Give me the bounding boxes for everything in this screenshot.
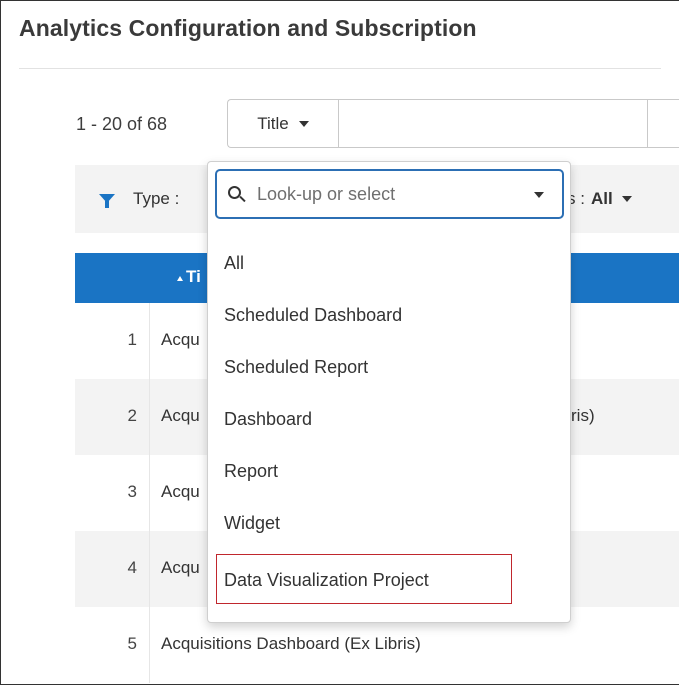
row-number: 2 [127,406,137,425]
option-all[interactable]: All [208,242,570,294]
row-title[interactable]: Acqu [161,558,200,578]
column-header-title[interactable]: Ti [186,267,201,287]
search-input[interactable] [340,100,648,147]
option-scheduled-dashboard[interactable]: Scheduled Dashboard [208,294,570,346]
search-bar: Title [227,99,679,148]
row-title[interactable]: Acqu [161,330,200,350]
chevron-down-icon [621,196,632,202]
chevron-down-icon [298,120,309,127]
option-dashboard[interactable]: Dashboard [208,398,570,450]
lookup-placeholder: Look-up or select [257,184,396,204]
column-divider [149,607,150,683]
search-icon [228,186,246,204]
page-title: Analytics Configuration and Subscription [19,15,477,41]
row-title-tail: ris) [571,406,595,425]
option-data-visualization-project[interactable]: Data Visualization Project [216,554,512,604]
row-number: 1 [127,330,137,349]
option-widget[interactable]: Widget [208,502,570,554]
dropdown-options: All Scheduled Dashboard Scheduled Report… [208,242,570,604]
chevron-down-icon[interactable] [534,192,544,198]
column-divider [149,303,150,379]
column-divider [149,531,150,607]
sort-ascending-icon [177,276,183,281]
filter-status[interactable]: s : All [567,189,632,209]
title-divider [19,68,661,69]
filter-status-value: All [590,189,613,208]
column-divider [149,379,150,455]
row-number: 4 [127,558,137,577]
results-count: 1 - 20 of 68 [76,114,168,134]
page-frame: Analytics Configuration and Subscription… [0,0,679,685]
search-field-label: Title [257,113,289,133]
row-title[interactable]: Acqu [161,482,200,502]
lookup-input[interactable]: Look-up or select [215,169,564,219]
option-report[interactable]: Report [208,450,570,502]
filter-type-label[interactable]: Type : [133,189,179,209]
filter-icon[interactable] [99,194,115,208]
column-divider [149,455,150,531]
row-title[interactable]: Acqu [161,406,200,426]
type-filter-dropdown: Look-up or select All Scheduled Dashboar… [207,161,571,623]
row-number: 3 [127,482,137,501]
row-number: 5 [127,634,137,653]
option-scheduled-report[interactable]: Scheduled Report [208,346,570,398]
row-title[interactable]: Acquisitions Dashboard (Ex Libris) [161,634,421,654]
search-field-select[interactable]: Title [228,100,339,147]
